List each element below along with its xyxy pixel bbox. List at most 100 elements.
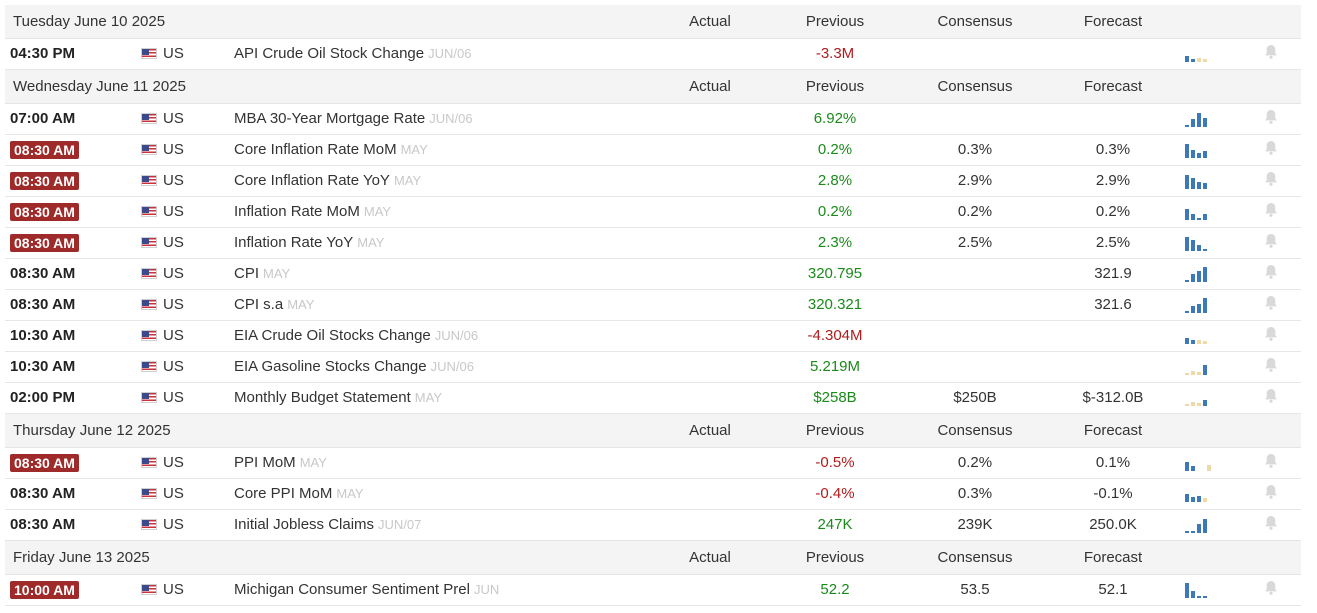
bell-icon[interactable] [1264, 515, 1278, 531]
column-previous: Previous [805, 549, 865, 566]
bell-icon[interactable] [1264, 171, 1278, 187]
bell-icon[interactable] [1264, 484, 1278, 500]
event-name-link[interactable]: Michigan Consumer Sentiment Prel JUN [234, 575, 499, 605]
event-name-link[interactable]: Core PPI MoM MAY [234, 479, 364, 509]
event-name-link[interactable]: Core Inflation Rate YoY MAY [234, 166, 421, 196]
event-row[interactable]: 10:30 AM US EIA Crude Oil Stocks Change J… [5, 321, 1301, 352]
bell-icon[interactable] [1264, 109, 1278, 125]
event-name-link[interactable]: API Crude Oil Stock Change JUN/06 [234, 39, 471, 69]
event-reference: JUN/06 [434, 328, 479, 343]
country-code: US [163, 296, 184, 313]
event-previous: 2.3% [817, 234, 853, 251]
event-reference: MAY [414, 390, 442, 405]
mini-bar-chart-icon[interactable] [1185, 204, 1215, 220]
event-name[interactable]: Initial Jobless Claims [234, 516, 374, 533]
mini-bar-chart-icon[interactable] [1185, 297, 1215, 313]
event-name-link[interactable]: MBA 30-Year Mortgage Rate JUN/06 [234, 104, 473, 134]
event-name[interactable]: CPI s.a [234, 296, 283, 313]
event-forecast: 0.2% [1095, 203, 1131, 220]
event-name[interactable]: Monthly Budget Statement [234, 389, 411, 406]
us-flag-icon [141, 392, 157, 403]
bell-icon[interactable] [1264, 295, 1278, 311]
bell-icon[interactable] [1264, 264, 1278, 280]
bell-icon[interactable] [1264, 140, 1278, 156]
day-date: Tuesday June 10 2025 [13, 13, 166, 30]
bell-icon[interactable] [1264, 357, 1278, 373]
event-name[interactable]: Core Inflation Rate MoM [234, 141, 397, 158]
day-date: Thursday June 12 2025 [13, 422, 171, 439]
event-previous: 0.2% [817, 203, 853, 220]
event-row[interactable]: 08:30 AM US Core Inflation Rate MoM MAY 0… [5, 135, 1301, 166]
event-row[interactable]: 08:30 AM US CPI MAY 320.795 321.9 [5, 259, 1301, 290]
event-name[interactable]: Inflation Rate MoM [234, 203, 360, 220]
event-reference: MAY [363, 204, 392, 219]
event-row[interactable]: 08:30 AM US Inflation Rate MoM MAY 0.2% 0… [5, 197, 1301, 228]
event-name[interactable]: EIA Crude Oil Stocks Change [234, 327, 431, 344]
event-name-link[interactable]: PPI MoM MAY [234, 448, 327, 478]
event-name[interactable]: Core PPI MoM [234, 485, 332, 502]
event-row[interactable]: 08:30 AM US Core Inflation Rate YoY MAY 2… [5, 166, 1301, 197]
event-name[interactable]: Inflation Rate YoY [234, 234, 353, 251]
event-name-link[interactable]: Inflation Rate YoY MAY [234, 228, 384, 258]
mini-bar-chart-icon[interactable] [1185, 486, 1215, 502]
bell-icon[interactable] [1264, 233, 1278, 249]
us-flag-icon [141, 299, 157, 310]
event-name-link[interactable]: EIA Crude Oil Stocks Change JUN/06 [234, 321, 478, 351]
mini-bar-chart-icon[interactable] [1185, 142, 1215, 158]
mini-bar-chart-icon[interactable] [1185, 266, 1215, 282]
mini-bar-chart-icon[interactable] [1185, 359, 1215, 375]
event-name[interactable]: EIA Gasoline Stocks Change [234, 358, 427, 375]
event-row[interactable]: 07:00 AM US MBA 30-Year Mortgage Rate JUN… [5, 104, 1301, 135]
event-row[interactable]: 10:30 AM US EIA Gasoline Stocks Change JU… [5, 352, 1301, 383]
event-reference: MAY [336, 486, 364, 501]
event-row[interactable]: 08:30 AM US Inflation Rate YoY MAY 2.3% 2… [5, 228, 1301, 259]
mini-bar-chart-icon[interactable] [1185, 46, 1215, 62]
bell-icon[interactable] [1264, 202, 1278, 218]
event-name[interactable]: PPI MoM [234, 454, 296, 471]
mini-bar-chart-icon[interactable] [1185, 390, 1215, 406]
event-country: US [141, 39, 184, 69]
event-row[interactable]: 08:30 AM US PPI MoM MAY -0.5% 0.2% 0.1% [5, 448, 1301, 479]
event-name-link[interactable]: Monthly Budget Statement MAY [234, 383, 442, 413]
event-row[interactable]: 08:30 AM US CPI s.a MAY 320.321 321.6 [5, 290, 1301, 321]
event-name-link[interactable]: Core Inflation Rate MoM MAY [234, 135, 428, 165]
event-name-link[interactable]: Initial Jobless Claims JUN/07 [234, 510, 421, 540]
mini-bar-chart-icon[interactable] [1185, 328, 1215, 344]
event-name-link[interactable]: EIA Gasoline Stocks Change JUN/06 [234, 352, 474, 382]
mini-bar-chart-icon[interactable] [1185, 235, 1215, 251]
event-name[interactable]: Michigan Consumer Sentiment Prel [234, 581, 470, 598]
country-code: US [163, 234, 184, 251]
event-name[interactable]: Core Inflation Rate YoY [234, 172, 390, 189]
event-name[interactable]: MBA 30-Year Mortgage Rate [234, 110, 425, 127]
bell-icon[interactable] [1264, 44, 1278, 60]
event-row[interactable]: 10:00 AM US Michigan Consumer Sentiment … [5, 575, 1301, 606]
bell-icon[interactable] [1264, 580, 1278, 596]
bell-icon[interactable] [1264, 453, 1278, 469]
event-forecast: 0.3% [1095, 141, 1131, 158]
mini-bar-chart-icon[interactable] [1185, 455, 1215, 471]
event-previous: -0.5% [815, 454, 855, 471]
event-row[interactable]: 08:30 AM US Initial Jobless Claims JUN/07… [5, 510, 1301, 541]
event-row[interactable]: 02:00 PM US Monthly Budget Statement MAY … [5, 383, 1301, 414]
event-country: US [141, 448, 184, 478]
event-country: US [141, 135, 184, 165]
bell-icon[interactable] [1264, 388, 1278, 404]
event-name-link[interactable]: CPI MAY [234, 259, 290, 289]
column-consensus: Consensus [937, 78, 1013, 95]
mini-bar-chart-icon[interactable] [1185, 111, 1215, 127]
day-date: Wednesday June 11 2025 [13, 78, 186, 95]
event-forecast: 2.9% [1095, 172, 1131, 189]
event-name[interactable]: API Crude Oil Stock Change [234, 45, 424, 62]
day-header: Wednesday June 11 2025 Actual Previous C… [5, 70, 1301, 104]
us-flag-icon [141, 48, 157, 59]
bell-icon[interactable] [1264, 326, 1278, 342]
event-row[interactable]: 04:30 PM US API Crude Oil Stock Change JU… [5, 39, 1301, 70]
mini-bar-chart-icon[interactable] [1185, 173, 1215, 189]
event-name-link[interactable]: CPI s.a MAY [234, 290, 314, 320]
event-name-link[interactable]: Inflation Rate MoM MAY [234, 197, 391, 227]
event-time: 02:00 PM [10, 389, 76, 406]
mini-bar-chart-icon[interactable] [1185, 517, 1215, 533]
event-row[interactable]: 08:30 AM US Core PPI MoM MAY -0.4% 0.3% -… [5, 479, 1301, 510]
mini-bar-chart-icon[interactable] [1185, 582, 1215, 598]
event-name[interactable]: CPI [234, 265, 259, 282]
